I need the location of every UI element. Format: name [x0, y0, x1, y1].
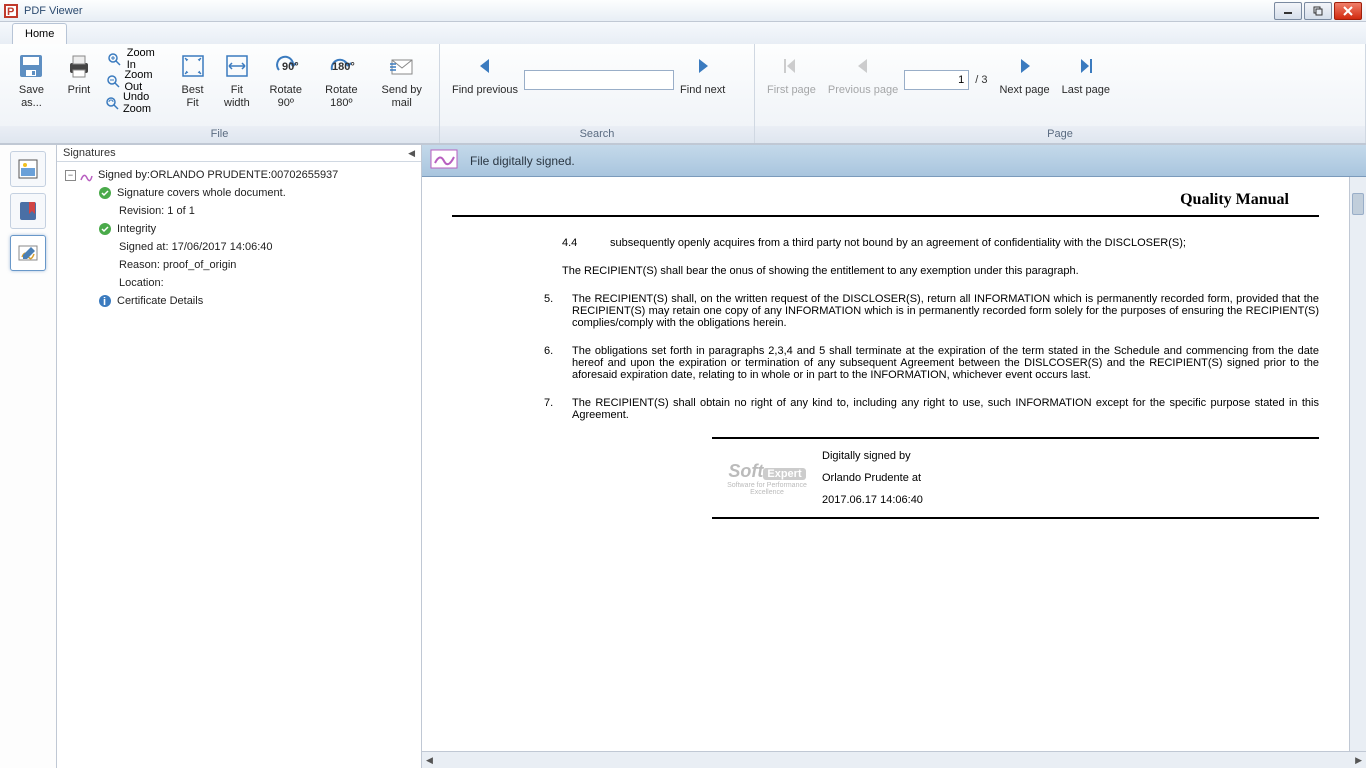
undo-zoom-button[interactable]: Undo Zoom [101, 92, 171, 114]
search-input[interactable] [524, 70, 674, 90]
banner-message: File digitally signed. [470, 154, 575, 168]
signature-banner: File digitally signed. [422, 145, 1366, 177]
sig-line-1: Digitally signed by [822, 445, 923, 467]
save-icon [17, 50, 45, 82]
first-page-button[interactable]: First page [761, 48, 822, 99]
best-fit-icon [179, 50, 207, 82]
sig-line-3: 2017.06.17 14:06:40 [822, 489, 923, 511]
page-number-input[interactable] [904, 70, 969, 90]
signatures-header: Signatures [63, 147, 116, 159]
document-title: Quality Manual [452, 177, 1319, 217]
signatures-tab[interactable] [10, 235, 46, 271]
clause-text: The RECIPIENT(S) shall obtain no right o… [572, 397, 1319, 421]
revision-label: Revision: 1 of 1 [119, 203, 195, 219]
thumbnails-tab[interactable] [10, 151, 46, 187]
group-page-label: Page [755, 126, 1365, 143]
close-button[interactable] [1334, 2, 1362, 20]
tab-home[interactable]: Home [12, 23, 67, 44]
next-page-button[interactable]: Next page [993, 48, 1055, 99]
prev-icon [474, 50, 496, 82]
minimize-button[interactable] [1274, 2, 1302, 20]
fit-width-icon [223, 50, 251, 82]
rotate-180-button[interactable]: 180° Rotate 180º [312, 48, 370, 112]
paragraph-text: The RECIPIENT(S) shall bear the onus of … [562, 265, 1319, 277]
clause-number: 7. [544, 397, 572, 421]
print-button[interactable]: Print [57, 48, 101, 99]
last-page-icon [1075, 50, 1097, 82]
find-next-button[interactable]: Find next [674, 48, 731, 99]
clause-text: The obligations set forth in paragraphs … [572, 345, 1319, 381]
collapse-panel-icon[interactable]: ◀ [408, 148, 415, 159]
integrity-label: Integrity [117, 221, 156, 237]
clause-number: 4.4 [562, 237, 610, 249]
next-page-icon [1014, 50, 1036, 82]
location-label: Location: [119, 275, 164, 291]
clause-number: 5. [544, 293, 572, 329]
best-fit-button[interactable]: Best Fit [171, 48, 215, 112]
save-as-button[interactable]: Save as... [6, 48, 57, 112]
next-icon [692, 50, 714, 82]
sidebar-tabs [0, 145, 57, 768]
title-bar: P PDF Viewer [0, 0, 1366, 22]
signatures-panel: Signatures ◀ − Signed by:ORLANDO PRUDENTE:… [57, 145, 422, 768]
group-search-label: Search [440, 126, 754, 143]
ribbon: Save as... Print Zoom In Zoom Out Undo Z… [0, 44, 1366, 144]
last-page-button[interactable]: Last page [1056, 48, 1116, 99]
svg-text:P: P [7, 6, 14, 18]
rotate-90-icon: 90° [271, 50, 301, 82]
check-icon [97, 186, 113, 200]
document-page: Quality Manual 4.4subsequently openly ac… [422, 177, 1349, 751]
undo-zoom-icon [105, 96, 119, 110]
bookmarks-tab[interactable] [10, 193, 46, 229]
clause-text: subsequently openly acquires from a thir… [610, 237, 1319, 249]
zoom-in-icon [105, 52, 123, 66]
cert-details-label[interactable]: Certificate Details [117, 293, 203, 309]
horizontal-scrollbar[interactable]: ◀▶ [422, 751, 1366, 768]
digital-signature-block: SoftExpertSoftware for Performance Excel… [712, 437, 1319, 519]
reason-label: Reason: proof_of_origin [119, 257, 236, 273]
signature-tree: −Signed by:ORLANDO PRUDENTE:00702655937 … [57, 162, 421, 314]
signed-by-label[interactable]: Signed by:ORLANDO PRUDENTE:00702655937 [98, 167, 338, 183]
group-file-label: File [0, 126, 439, 143]
signed-at-label: Signed at: 17/06/2017 14:06:40 [119, 239, 273, 255]
print-icon [65, 50, 93, 82]
check-icon [97, 222, 113, 236]
softexpert-logo: SoftExpertSoftware for Performance Excel… [712, 461, 822, 496]
maximize-button[interactable] [1304, 2, 1332, 20]
zoom-out-button[interactable]: Zoom Out [101, 70, 171, 92]
rotate-90-button[interactable]: 90° Rotate 90º [259, 48, 312, 112]
info-icon: i [97, 294, 113, 308]
zoom-in-button[interactable]: Zoom In [101, 48, 171, 70]
svg-text:i: i [103, 296, 106, 308]
find-previous-button[interactable]: Find previous [446, 48, 524, 99]
clause-number: 6. [544, 345, 572, 381]
prev-page-icon [852, 50, 874, 82]
rotate-180-icon: 180° [324, 50, 358, 82]
app-icon: P [4, 4, 18, 18]
first-page-icon [780, 50, 802, 82]
clause-text: The RECIPIENT(S) shall, on the written r… [572, 293, 1319, 329]
sig-line-2: Orlando Prudente at [822, 467, 923, 489]
tree-toggle-icon[interactable]: − [65, 170, 76, 181]
vertical-scrollbar[interactable] [1349, 177, 1366, 751]
zoom-out-icon [105, 74, 121, 88]
window-title: PDF Viewer [24, 5, 1274, 17]
svg-text:90°: 90° [282, 61, 299, 73]
previous-page-button[interactable]: Previous page [822, 48, 904, 99]
fit-width-button[interactable]: Fit width [215, 48, 260, 112]
mail-icon [388, 50, 416, 82]
banner-signature-icon [430, 147, 460, 174]
page-total-label: / 3 [975, 74, 987, 86]
ribbon-tab-strip: Home [0, 22, 1366, 44]
covers-label: Signature covers whole document. [117, 185, 286, 201]
send-by-mail-button[interactable]: Send by mail [370, 48, 433, 112]
svg-text:180°: 180° [332, 61, 355, 73]
signature-icon [78, 168, 94, 182]
